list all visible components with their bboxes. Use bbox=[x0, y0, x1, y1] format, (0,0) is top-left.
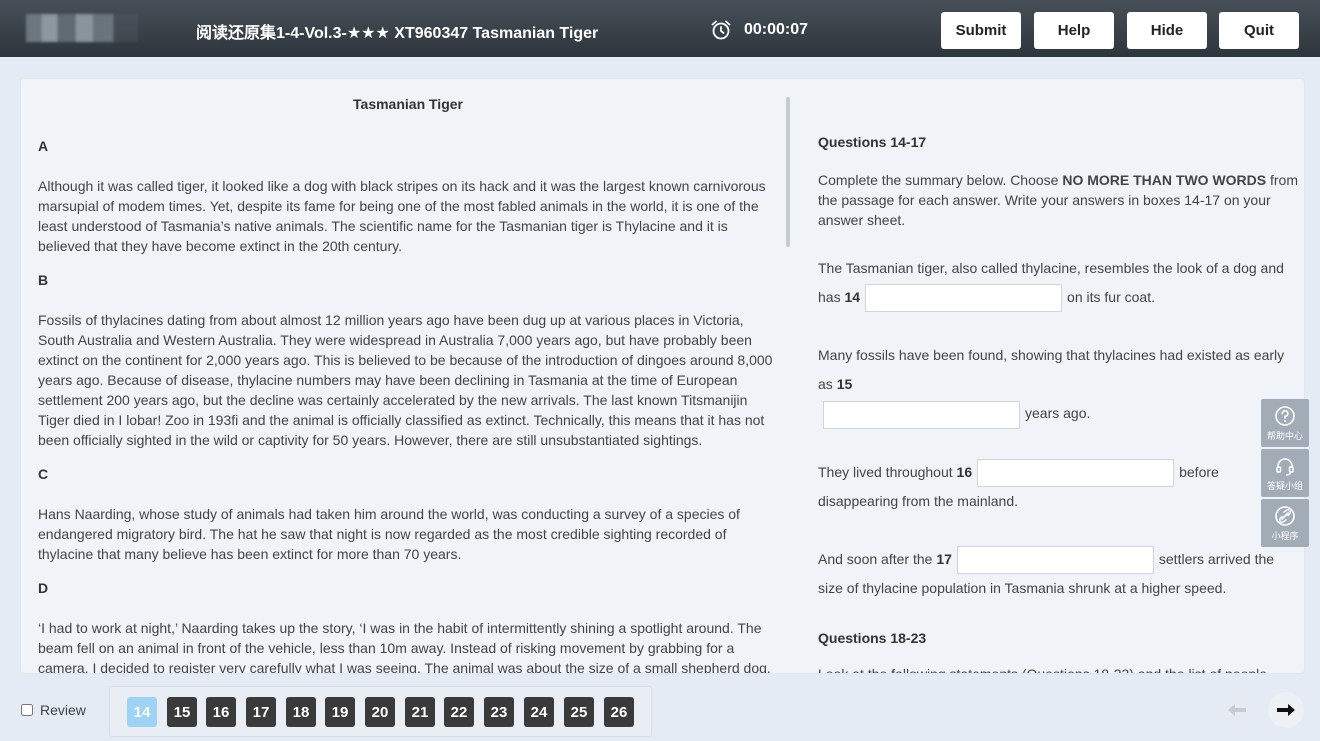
answer-input-16[interactable] bbox=[977, 458, 1175, 487]
section-letter-c: C bbox=[38, 466, 49, 482]
questions-group-title: Questions 14-17 bbox=[818, 134, 927, 150]
section-text-c: Hans Naarding, whose study of animals ha… bbox=[38, 506, 740, 562]
section-text-a: Although it was called tiger, it looked … bbox=[38, 178, 766, 254]
qa-group-button[interactable]: 答疑小组 bbox=[1261, 449, 1309, 497]
mini-program-label: 小程序 bbox=[1271, 530, 1299, 541]
review-checkbox[interactable] bbox=[21, 704, 33, 716]
passage-pane[interactable]: Tasmanian Tiger A Although it was called… bbox=[21, 79, 791, 673]
question-16: They lived throughout 16 before disappear… bbox=[818, 458, 1298, 516]
section-letter-a: A bbox=[38, 138, 49, 154]
headset-icon bbox=[1276, 457, 1294, 476]
blurred-logo bbox=[26, 14, 138, 42]
qa-group-label: 答疑小组 bbox=[1266, 480, 1303, 491]
next-button[interactable] bbox=[1268, 692, 1304, 728]
question-text-after: on its fur coat. bbox=[1067, 289, 1155, 305]
question-nav-25[interactable]: 25 bbox=[564, 697, 594, 727]
question-nav-17[interactable]: 17 bbox=[246, 697, 276, 727]
question-nav-20[interactable]: 20 bbox=[365, 697, 395, 727]
review-label: Review bbox=[40, 702, 86, 718]
question-nav-23[interactable]: 23 bbox=[484, 697, 514, 727]
question-nav-19[interactable]: 19 bbox=[325, 697, 355, 727]
question-nav-26[interactable]: 26 bbox=[604, 697, 634, 727]
question-number: 16 bbox=[956, 463, 973, 480]
help-center-button[interactable]: 帮助中心 bbox=[1261, 399, 1309, 447]
section-letter-b: B bbox=[38, 272, 49, 288]
timer-value: 00:00:07 bbox=[744, 21, 809, 38]
top-bar: 阅读还原集1-4-Vol.3-★★★ XT960347 Tasmanian Ti… bbox=[0, 0, 1320, 57]
answer-input-17[interactable] bbox=[956, 546, 1154, 575]
help-center-label: 帮助中心 bbox=[1266, 430, 1303, 441]
question-nav-14[interactable]: 14 bbox=[127, 697, 157, 727]
question-nav-16[interactable]: 16 bbox=[206, 697, 236, 727]
section-text-d: ‘I had to work at night,’ Naarding takes… bbox=[38, 620, 771, 673]
question-number: 15 bbox=[836, 376, 853, 393]
mini-program-button[interactable]: 小程序 bbox=[1261, 499, 1309, 547]
questions-instructions: Complete the summary below. Choose NO MO… bbox=[818, 170, 1298, 230]
question-text-after: years ago. bbox=[1025, 405, 1091, 422]
reading-panel: Tasmanian Tiger A Although it was called… bbox=[20, 78, 1305, 674]
submit-button[interactable]: Submit bbox=[941, 12, 1021, 49]
previous-button[interactable] bbox=[1219, 692, 1255, 728]
test-title: 阅读还原集1-4-Vol.3-★★★ XT960347 Tasmanian Ti… bbox=[196, 25, 599, 42]
quit-button[interactable]: Quit bbox=[1219, 12, 1299, 49]
question-nav-24[interactable]: 24 bbox=[524, 697, 554, 727]
questions-pane[interactable]: Questions 14-17 Complete the summary bel… bbox=[818, 79, 1306, 673]
alarm-clock-icon bbox=[711, 20, 731, 40]
question-14: The Tasmanian tiger, also called thylaci… bbox=[818, 254, 1298, 313]
questions-instructions-2: Look at the following statements (Questi… bbox=[818, 664, 1298, 673]
question-navigator: 14 15 16 17 18 19 20 21 22 23 24 25 26 bbox=[109, 686, 652, 737]
help-button[interactable]: Help bbox=[1034, 12, 1114, 49]
question-nav-21[interactable]: 21 bbox=[405, 697, 435, 727]
instr-text: Complete the summary below. Choose bbox=[818, 172, 1063, 188]
answer-input-14[interactable] bbox=[865, 284, 1063, 313]
review-toggle[interactable]: Review bbox=[21, 702, 86, 718]
instr-bold-text: NO MORE THAN TWO WORDS bbox=[1062, 172, 1267, 188]
question-nav-22[interactable]: 22 bbox=[444, 697, 474, 727]
arrow-right-icon bbox=[1277, 704, 1295, 716]
questions-group-title-2: Questions 18-23 bbox=[818, 630, 927, 647]
question-nav-18[interactable]: 18 bbox=[286, 697, 316, 727]
hide-button[interactable]: Hide bbox=[1127, 12, 1207, 49]
section-letter-d: D bbox=[38, 580, 49, 596]
question-15: Many fossils have been found, showing th… bbox=[818, 341, 1298, 429]
question-text: They lived throughout bbox=[818, 463, 953, 480]
question-nav-15[interactable]: 15 bbox=[167, 697, 197, 727]
answer-input-15[interactable] bbox=[823, 400, 1020, 429]
section-text-b: Fossils of thylacines dating from about … bbox=[38, 312, 773, 448]
timer: 00:00:07 bbox=[710, 19, 808, 41]
question-17: And soon after the 17 settlers arrived th… bbox=[818, 545, 1298, 603]
question-number: 17 bbox=[936, 550, 952, 567]
link-icon bbox=[1275, 505, 1295, 526]
question-number: 14 bbox=[844, 289, 861, 305]
passage-scrollbar[interactable] bbox=[786, 97, 790, 247]
arrow-left-icon bbox=[1228, 704, 1246, 716]
question-text: Many fossils have been found, showing th… bbox=[818, 347, 1285, 393]
question-text: And soon after the bbox=[818, 550, 933, 567]
passage-title: Tasmanian Tiger bbox=[353, 96, 463, 112]
question-circle-icon bbox=[1275, 405, 1295, 426]
